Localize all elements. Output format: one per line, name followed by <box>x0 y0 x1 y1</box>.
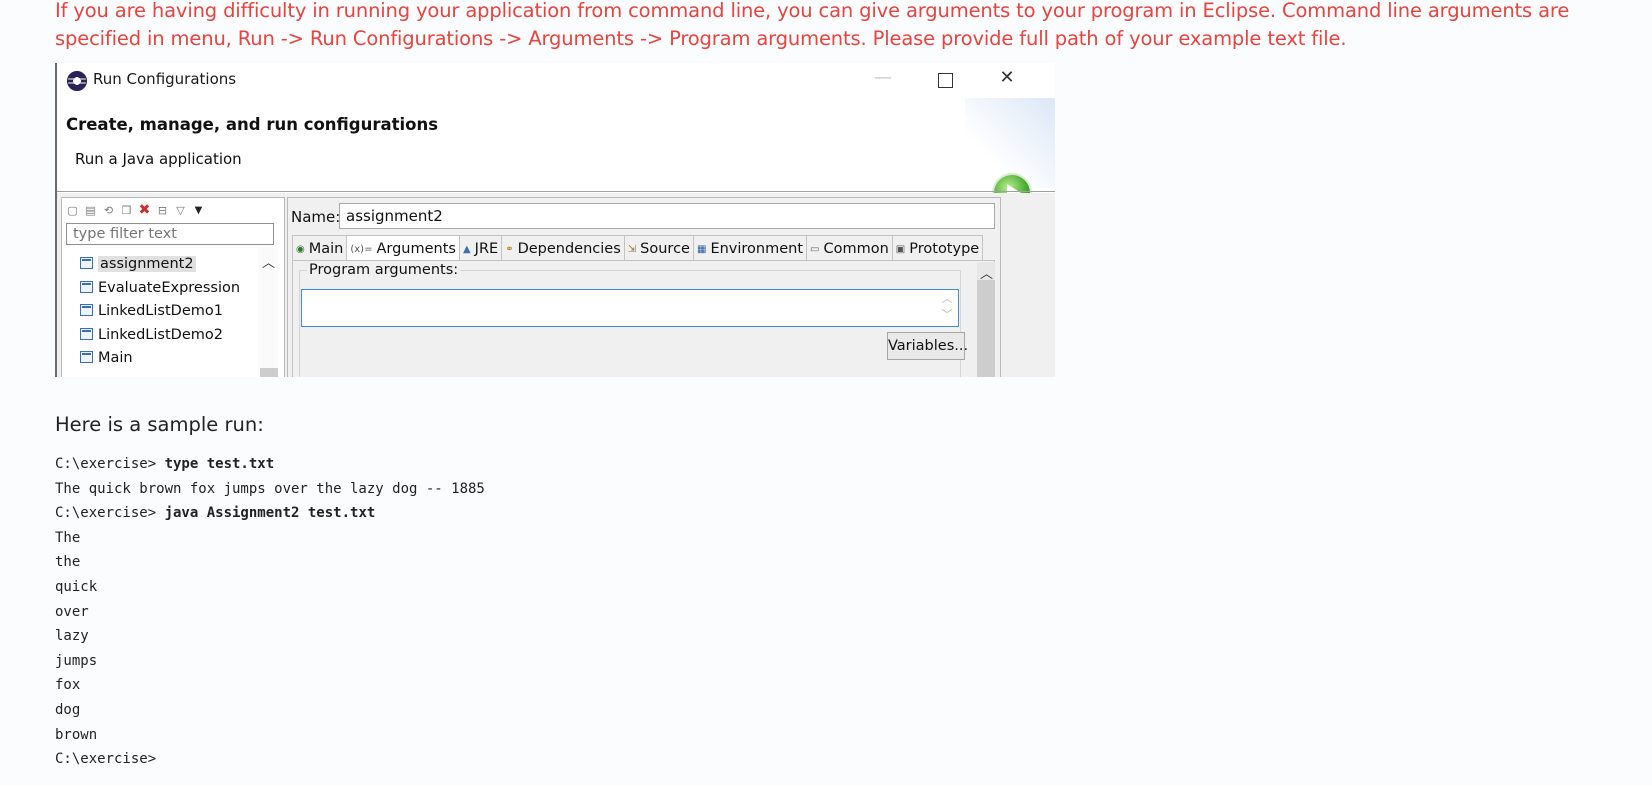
instructions-paragraph: If you are having difficulty in running … <box>55 0 1570 50</box>
tab-dependencies[interactable]: ⚭ Dependencies <box>501 235 625 260</box>
arguments-scrollbar[interactable]: ︿ ﹀ <box>938 291 956 325</box>
dependencies-tab-icon: ⚭ <box>505 243 514 255</box>
tab-scrollbar[interactable]: ︿ <box>977 262 995 377</box>
tab-source[interactable]: ⇲ Source <box>623 235 694 260</box>
dialog-subheading: Run a Java application <box>75 150 242 168</box>
java-config-icon <box>80 327 93 340</box>
tree-scrollbar[interactable]: ︿ <box>258 248 278 377</box>
view-menu-icon[interactable]: ▼ <box>192 204 205 217</box>
console-line: brown <box>55 726 98 743</box>
dialog-titlebar: Run Configurations — ✕ <box>57 63 1055 97</box>
dialog-heading: Create, manage, and run configurations <box>66 115 439 134</box>
console-line: dog <box>55 701 81 718</box>
common-tab-icon: ▭ <box>810 243 820 255</box>
scrollbar-thumb[interactable] <box>260 368 278 377</box>
console-line: The quick brown fox jumps over the lazy … <box>55 480 485 497</box>
close-button[interactable]: ✕ <box>987 67 1027 93</box>
window-title: Run Configurations <box>93 70 237 88</box>
arguments-tab-icon: (x)= <box>350 243 373 255</box>
tab-prototype[interactable]: ▣ Prototype <box>891 235 984 260</box>
tree-item[interactable]: EvaluateExpression <box>80 277 240 301</box>
configurations-tree: assignment2 EvaluateExpression LinkedLis… <box>80 253 240 371</box>
program-arguments-field[interactable] <box>301 289 959 327</box>
arguments-tab-content: Program arguments: ︿ ﹀ Variables... ︿ <box>292 260 995 377</box>
dialog-body: ▢ ▤ ⟲ ❐ ✖ ⊟ ▽ ▼ assignment2 EvaluateExpr… <box>57 193 1055 377</box>
eclipse-logo-icon <box>67 71 87 91</box>
sample-run-heading: Here is a sample run: <box>55 413 264 436</box>
header-divider <box>57 191 1055 192</box>
java-config-icon <box>80 280 93 293</box>
tab-main[interactable]: ◉ Main <box>292 235 348 260</box>
variables-button[interactable]: Variables... <box>887 332 968 360</box>
jre-tab-icon: ▲ <box>462 243 471 255</box>
collapse-all-icon[interactable]: ⊟ <box>156 204 169 217</box>
prototype-tab-icon: ▣ <box>895 243 906 255</box>
chevron-up-icon[interactable]: ︿ <box>262 252 275 271</box>
filter-input[interactable] <box>66 223 274 245</box>
console-line: The <box>55 529 81 546</box>
console-line: C:\exercise> type test.txt <box>55 456 275 472</box>
tree-item[interactable]: assignment2 <box>80 253 240 277</box>
export-icon[interactable]: ⟲ <box>102 204 115 217</box>
console-line: jumps <box>55 652 98 669</box>
name-field[interactable] <box>339 203 995 229</box>
configurations-toolbar: ▢ ▤ ⟲ ❐ ✖ ⊟ ▽ ▼ <box>66 200 205 220</box>
main-tab-icon: ◉ <box>296 243 305 255</box>
configuration-editor: Name: ◉Main (x)=Arguments ▲JRE ⚭Dependen… <box>287 197 1001 377</box>
tree-item[interactable]: LinkedListDemo2 <box>80 324 240 348</box>
tree-item[interactable]: Main <box>80 347 240 371</box>
java-config-icon <box>80 257 93 269</box>
java-config-icon <box>80 351 93 363</box>
close-icon: ✕ <box>999 67 1015 88</box>
tab-common[interactable]: ▭ Common <box>806 235 893 260</box>
new-prototype-icon[interactable]: ▤ <box>84 204 97 217</box>
maximize-icon <box>937 73 953 88</box>
config-tabs: ◉ Main (x)= Arguments ▲ JRE ⚭ Dependencies ⇲… <box>292 235 984 260</box>
scrollbar-thumb[interactable] <box>977 280 995 377</box>
console-line: C:\exercise> java Assignment2 test.txt <box>55 505 376 522</box>
java-config-icon <box>80 304 93 316</box>
run-configurations-dialog: Run Configurations — ✕ Create, manage, a… <box>55 63 1055 377</box>
maximize-button[interactable] <box>925 67 965 93</box>
minimize-button[interactable]: — <box>863 67 903 93</box>
duplicate-icon[interactable]: ❐ <box>120 204 133 217</box>
tab-arguments[interactable]: (x)= Arguments <box>346 235 460 260</box>
filter-icon[interactable]: ▽ <box>174 204 187 217</box>
tree-item[interactable]: LinkedListDemo1 <box>80 300 240 324</box>
console-line: the <box>55 554 81 571</box>
program-arguments-label: Program arguments: <box>307 262 461 278</box>
tab-environment[interactable]: ▦ Environment <box>692 235 808 260</box>
name-label: Name: <box>291 208 341 226</box>
console-line: C:\exercise> <box>55 751 157 768</box>
new-configuration-icon[interactable]: ▢ <box>66 204 79 217</box>
tab-jre[interactable]: ▲ JRE <box>458 235 503 260</box>
console-line: lazy <box>55 628 89 645</box>
environment-tab-icon: ▦ <box>696 243 707 255</box>
delete-icon[interactable]: ✖ <box>138 203 151 217</box>
console-output: C:\exercise> type test.txt The quick bro… <box>55 452 485 772</box>
configurations-panel: ▢ ▤ ⟲ ❐ ✖ ⊟ ▽ ▼ assignment2 EvaluateExpr… <box>61 197 285 377</box>
console-line: quick <box>55 578 98 595</box>
console-line: over <box>55 603 89 620</box>
console-line: fox <box>55 677 81 694</box>
source-tab-icon: ⇲ <box>627 243 637 255</box>
